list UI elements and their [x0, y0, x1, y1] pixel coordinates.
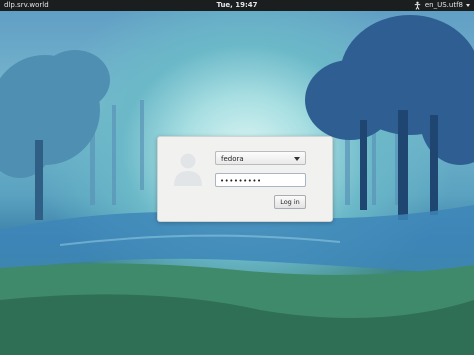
login-dialog: fedora ••••••••• Log in	[157, 136, 333, 222]
input-language-indicator[interactable]: en_US.utf8	[425, 0, 463, 11]
clock[interactable]: Tue, 19:47	[0, 0, 474, 11]
log-in-button[interactable]: Log in	[274, 195, 306, 209]
user-avatar-icon	[174, 153, 202, 186]
user-select[interactable]: fedora	[215, 151, 306, 165]
top-panel: dlp.srv.world Tue, 19:47 en_US.utf8	[0, 0, 474, 11]
status-area: en_US.utf8	[413, 0, 470, 11]
username-value: fedora	[221, 155, 244, 163]
chevron-down-icon[interactable]	[466, 4, 470, 7]
password-field[interactable]: •••••••••	[215, 173, 306, 187]
accessibility-icon[interactable]	[413, 1, 422, 10]
password-mask: •••••••••	[220, 177, 262, 185]
dropdown-caret-icon[interactable]	[294, 157, 300, 161]
